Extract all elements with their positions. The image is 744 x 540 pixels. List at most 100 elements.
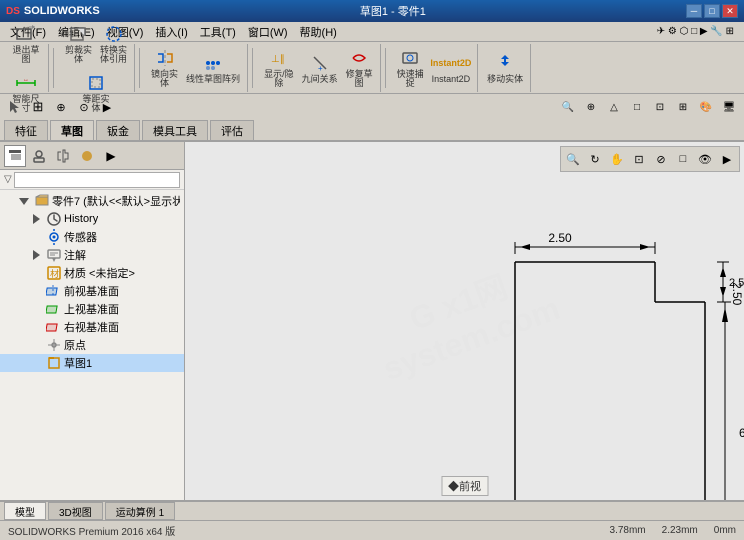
toolbar-group-mirror: 镜向实体 线性草图阵列 — [144, 44, 248, 92]
sidebar-tab-more[interactable]: ▶ — [100, 145, 122, 167]
history-label: History — [64, 213, 98, 225]
toolbar-group-sketch: 退出草图 ↔ 智能尺寸 — [4, 44, 49, 92]
menu-window[interactable]: 窗口(W) — [242, 22, 294, 42]
sw-logo-text: SOLIDWORKS — [24, 5, 100, 17]
mirror-button[interactable]: 镜向实体 — [148, 44, 181, 91]
sketch1-label: 草图1 — [64, 355, 92, 371]
canvas-area[interactable]: 2.50 2.50 2.50 6 — [185, 142, 744, 500]
tb2-right4[interactable]: □ — [626, 96, 648, 118]
toolbar-group-cut: 剪裁实体 转换实体引用 等距实体 — [58, 44, 135, 92]
cv-zoom-in[interactable]: 🔍 — [563, 149, 583, 169]
sensor-expand-icon — [28, 229, 44, 245]
add-relations[interactable]: + 九间关系 — [299, 44, 341, 91]
tree-item-right-plane[interactable]: 右视基准面 — [0, 318, 184, 336]
tab-mold[interactable]: 模具工具 — [142, 120, 208, 140]
cv-more[interactable]: ▶ — [717, 149, 737, 169]
maximize-button[interactable]: □ — [704, 4, 720, 18]
quick-capture-button[interactable]: 快速捕捉 — [394, 44, 427, 91]
tree-item-top-plane[interactable]: 上视基准面 — [0, 300, 184, 318]
toolbar-group-quick: 快速捕捉 Instant2D Instant2D — [390, 44, 479, 92]
cv-display[interactable]: □ — [673, 149, 693, 169]
svg-text:材: 材 — [50, 268, 59, 279]
instant2d-button[interactable]: Instant2D Instant2D — [429, 44, 474, 91]
sidebar-tab-property[interactable] — [28, 145, 50, 167]
cv-rotate[interactable]: ↻ — [585, 149, 605, 169]
move-entity-button[interactable]: 移动实体 — [484, 49, 526, 87]
main-area: ▶ ▽ 零件7 (默认<<默认>显示状态 1>) History — [0, 142, 744, 500]
drawing-svg: 2.50 2.50 2.50 6 — [185, 142, 744, 500]
tree-item-front-plane[interactable]: 前视基准面 — [0, 282, 184, 300]
tb2-right7[interactable]: 🎨 — [695, 96, 717, 118]
tb2-right6[interactable]: ⊞ — [672, 96, 694, 118]
convert-entity-button[interactable]: 转换实体引用 — [97, 20, 130, 67]
sensor-label: 传感器 — [64, 229, 97, 245]
tb2-right5[interactable]: ⊡ — [649, 96, 671, 118]
tab-sketch[interactable]: 草图 — [50, 120, 94, 140]
linear-array-button[interactable]: 线性草图阵列 — [183, 44, 243, 91]
tb2-right8[interactable]: 🖥 — [718, 96, 740, 118]
top-plane-icon — [28, 301, 44, 317]
separator3 — [252, 48, 253, 88]
tb2-select[interactable] — [4, 96, 26, 118]
tb2-icon2[interactable]: ⊞ — [27, 96, 49, 118]
minimize-button[interactable]: ─ — [686, 4, 702, 18]
tab-features[interactable]: 特征 — [4, 120, 48, 140]
view-label: ◆前视 — [441, 476, 488, 496]
status-version: SOLIDWORKS Premium 2016 x64 版 — [8, 523, 610, 538]
close-button[interactable]: ✕ — [722, 4, 738, 18]
origin-icon — [28, 337, 44, 353]
part-icon — [34, 193, 50, 209]
show-hide-relations[interactable]: ⊥∥ 显示/隐除 — [261, 44, 297, 91]
coord-y: 2.23mm — [662, 525, 698, 536]
view-tab-motion[interactable]: 运动算例 1 — [105, 502, 175, 520]
tb2-icon3[interactable]: ⊕ — [50, 96, 72, 118]
sidebar-filter-input[interactable] — [14, 172, 180, 188]
svg-text:+: + — [318, 64, 323, 73]
tb2-more[interactable]: ▶ — [96, 96, 118, 118]
sidebar-filter-bar: ▽ — [0, 170, 184, 190]
cut-solid-button[interactable]: 剪裁实体 — [62, 20, 95, 67]
menu-help[interactable]: 帮助(H) — [294, 22, 343, 42]
status-bar: SOLIDWORKS Premium 2016 x64 版 3.78mm 2.2… — [0, 520, 744, 540]
main-toolbar: 退出草图 ↔ 智能尺寸 剪裁实体 转换实体引用 — [0, 42, 744, 94]
tab-sheetmetal[interactable]: 钣金 — [96, 120, 140, 140]
view-label-text: ◆前视 — [448, 481, 481, 493]
menu-tools[interactable]: 工具(T) — [194, 22, 242, 42]
cv-fit[interactable]: ⊡ — [629, 149, 649, 169]
tb2-right3[interactable]: △ — [603, 96, 625, 118]
tb2-right2[interactable]: ⊕ — [580, 96, 602, 118]
tree-item-origin[interactable]: 原点 — [0, 336, 184, 354]
svg-text:↔: ↔ — [23, 77, 29, 83]
tab-evaluate[interactable]: 评估 — [210, 120, 254, 140]
plane-icon-top — [46, 301, 62, 317]
plane-icon-right — [46, 319, 62, 335]
tree-item-sensor[interactable]: 传感器 — [0, 228, 184, 246]
tb2-icon4[interactable]: ⊙ — [73, 96, 95, 118]
repair-sketch[interactable]: 修复草图 — [343, 44, 376, 91]
menu-insert[interactable]: 插入(I) — [149, 22, 193, 42]
tb2-right1[interactable]: 🔍 — [557, 96, 579, 118]
separator2 — [139, 48, 140, 88]
sidebar-tab-feature-manager[interactable] — [4, 145, 26, 167]
tree-item-history[interactable]: History — [0, 210, 184, 228]
tree-item-annotation[interactable]: 注解 — [0, 246, 184, 264]
cv-section[interactable]: ⊘ — [651, 149, 671, 169]
cv-hide[interactable]: 👁 — [695, 149, 715, 169]
tree-item-sketch1[interactable]: 草图1 — [0, 354, 184, 372]
sidebar-tab-display[interactable] — [76, 145, 98, 167]
sketch-icon — [46, 355, 62, 371]
material-label: 材质 <未指定> — [64, 265, 135, 281]
sidebar-tab-config[interactable] — [52, 145, 74, 167]
svg-text:2.50: 2.50 — [548, 231, 572, 245]
origin-label: 原点 — [64, 337, 86, 353]
status-coords: 3.78mm 2.23mm 0mm — [610, 525, 736, 536]
cv-pan[interactable]: ✋ — [607, 149, 627, 169]
tree-item-part[interactable]: 零件7 (默认<<默认>显示状态 1>) — [0, 192, 184, 210]
view-tab-model[interactable]: 模型 — [4, 502, 46, 520]
right-plane-label: 右视基准面 — [64, 319, 119, 335]
exit-sketch-button[interactable]: 退出草图 — [8, 20, 44, 67]
history-icon — [46, 211, 62, 227]
view-tab-3d[interactable]: 3D视图 — [48, 502, 103, 520]
main-tab-row: 特征 草图 钣金 模具工具 评估 — [0, 120, 744, 142]
tree-item-material[interactable]: 材 材质 <未指定> — [0, 264, 184, 282]
